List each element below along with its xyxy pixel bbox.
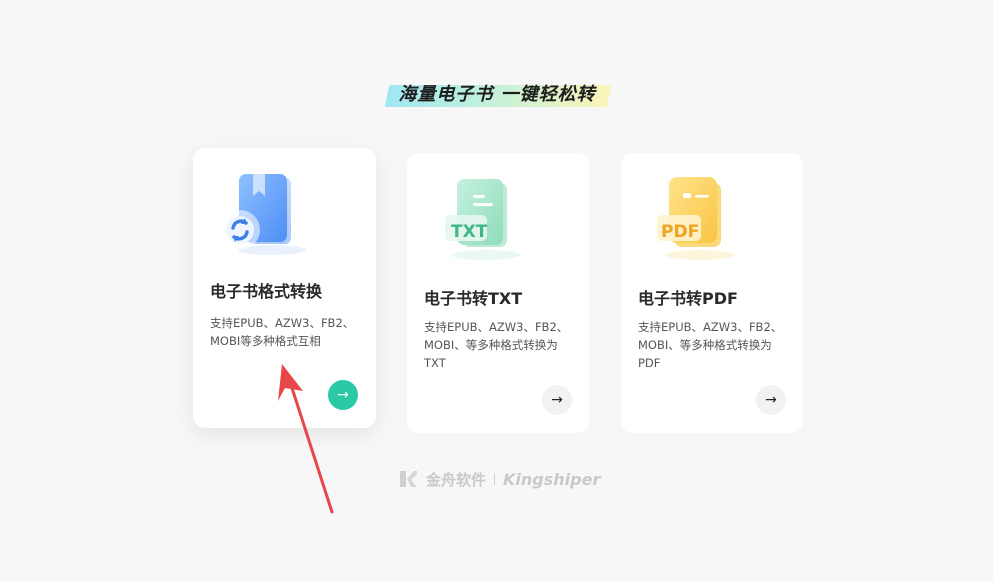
- go-arrow-button[interactable]: →: [542, 385, 572, 415]
- book-convert-icon: [217, 168, 317, 258]
- headline: 海量电子书 一键轻松转: [383, 82, 612, 108]
- card-ebook-format-convert[interactable]: 电子书格式转换 支持EPUB、AZW3、FB2、MOBI等多种格式互相 →: [193, 148, 376, 428]
- card-ebook-to-pdf[interactable]: PDF 电子书转PDF 支持EPUB、AZW3、FB2、MOBI、等多种格式转换…: [621, 153, 803, 433]
- card-title: 电子书转PDF: [638, 289, 738, 308]
- arrow-right-icon: →: [551, 392, 563, 408]
- brand-name-cn: 金舟软件: [426, 470, 487, 489]
- arrow-right-icon: →: [337, 387, 349, 403]
- arrow-right-icon: →: [765, 392, 777, 408]
- converter-home: 海量电子书 一键轻松转 电子书格式转换 支持EPUB、AZW3、FB2、MOBI…: [0, 0, 993, 581]
- brand-name-en: Kingshiper: [503, 469, 601, 489]
- card-ebook-to-txt[interactable]: TXT 电子书转TXT 支持EPUB、AZW3、FB2、MOBI、等多种格式转换…: [407, 153, 589, 433]
- card-title: 电子书转TXT: [424, 289, 523, 308]
- card-description: 支持EPUB、AZW3、FB2、MOBI、等多种格式转换为TXT: [424, 320, 569, 370]
- brand-divider: [494, 473, 496, 485]
- txt-doc-icon: TXT: [431, 173, 531, 263]
- txt-icon-label: TXT: [451, 222, 488, 242]
- card-title: 电子书格式转换: [210, 282, 323, 301]
- go-arrow-button[interactable]: →: [328, 380, 358, 410]
- k-logo-icon: [400, 471, 417, 487]
- card-description: 支持EPUB、AZW3、FB2、MOBI等多种格式互相: [210, 316, 355, 348]
- pdf-icon-label: PDF: [661, 222, 699, 242]
- card-description: 支持EPUB、AZW3、FB2、MOBI、等多种格式转换为PDF: [638, 320, 783, 370]
- brand-logo: 金舟软件 Kingshiper: [398, 467, 600, 491]
- go-arrow-button[interactable]: →: [756, 385, 786, 415]
- headline-text: 海量电子书 一键轻松转: [398, 84, 596, 105]
- pdf-doc-icon: PDF: [645, 173, 745, 263]
